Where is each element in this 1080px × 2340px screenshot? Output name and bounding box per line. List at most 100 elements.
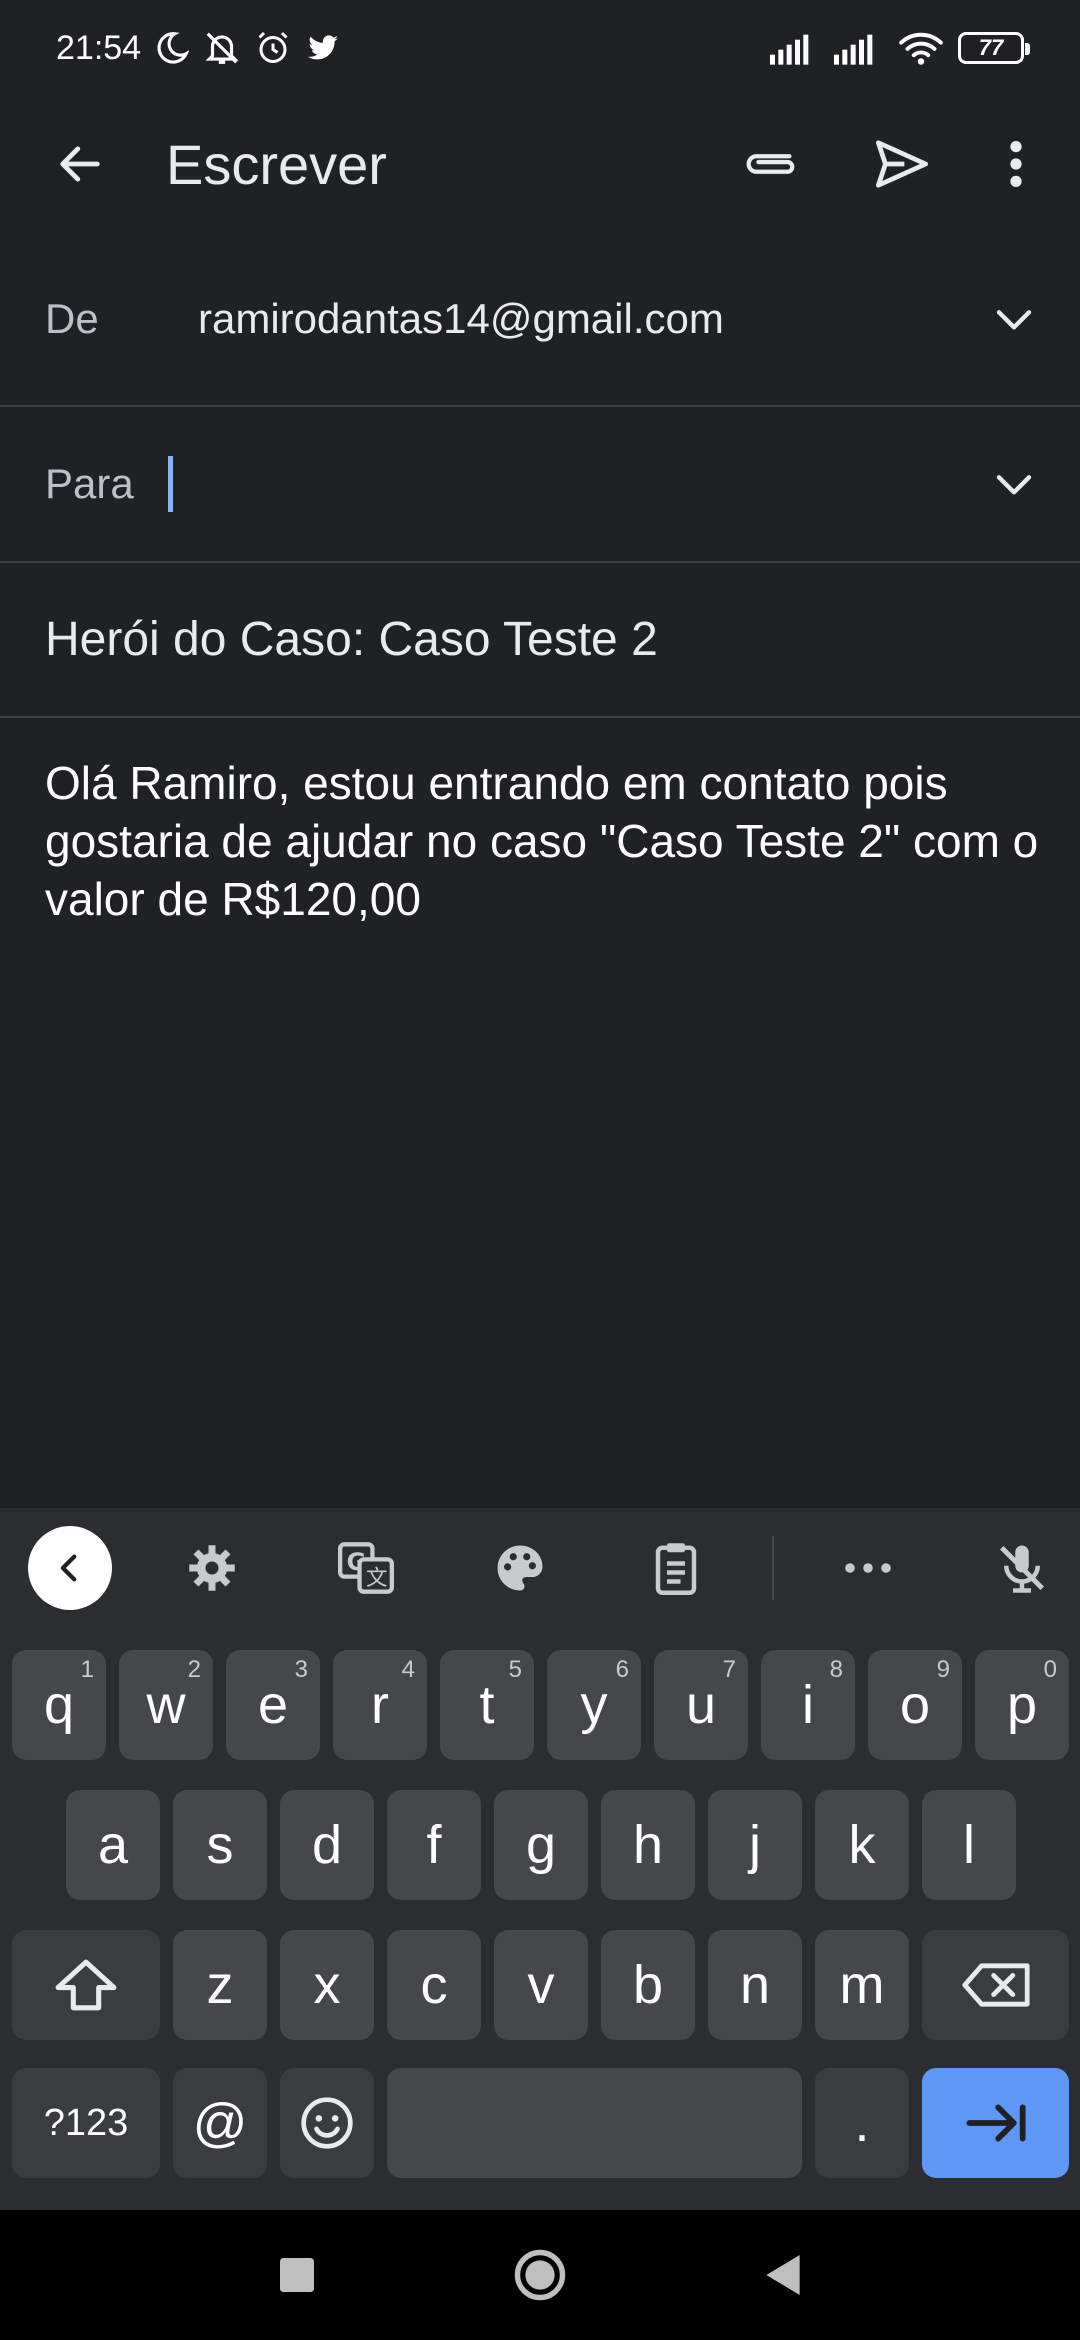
translate-button[interactable]: G文 <box>324 1526 408 1610</box>
key-z[interactable]: z <box>173 1930 267 2040</box>
status-left: 21:54 <box>56 29 341 68</box>
key-w[interactable]: w2 <box>119 1650 213 1760</box>
key-s[interactable]: s <box>173 1790 267 1900</box>
key-label: g <box>525 1815 557 1875</box>
key-label: m <box>839 1955 885 2015</box>
key-m[interactable]: m <box>815 1930 909 2040</box>
key-o[interactable]: o9 <box>868 1650 962 1760</box>
symbols-key[interactable]: ?123 <box>12 2068 160 2178</box>
back-button[interactable] <box>44 128 116 200</box>
triangle-back-icon <box>766 2255 800 2295</box>
key-d[interactable]: d <box>280 1790 374 1900</box>
key-hint: 0 <box>1043 1656 1057 1683</box>
settings-icon <box>189 1545 235 1591</box>
key-label: o <box>899 1675 931 1735</box>
to-expand-button[interactable] <box>984 454 1044 514</box>
key-b[interactable]: b <box>601 1930 695 2040</box>
backspace-key[interactable] <box>922 1930 1069 2040</box>
key-period[interactable]: . <box>815 2068 909 2178</box>
recents-button[interactable] <box>262 2240 332 2310</box>
signal-icon <box>770 31 820 65</box>
status-time: 21:54 <box>56 28 142 67</box>
clipboard-button[interactable] <box>634 1526 718 1610</box>
key-hint: 9 <box>936 1656 950 1683</box>
key-label: y <box>580 1675 608 1735</box>
key-label: h <box>632 1815 664 1875</box>
key-label: l <box>963 1815 975 1875</box>
key-hint: 1 <box>80 1656 94 1683</box>
message-body[interactable]: Olá Ramiro, estou entrando em contato po… <box>45 754 1045 928</box>
from-label: De <box>45 294 99 342</box>
home-button[interactable] <box>505 2240 575 2310</box>
twitter-icon <box>305 30 341 66</box>
enter-key[interactable] <box>922 2068 1069 2178</box>
key-label: ?123 <box>43 2101 129 2144</box>
send-button[interactable] <box>864 128 940 200</box>
key-q[interactable]: q1 <box>12 1650 106 1760</box>
key-t[interactable]: t5 <box>440 1650 534 1760</box>
back-nav-button[interactable] <box>748 2240 818 2310</box>
send-icon <box>876 140 928 188</box>
status-right: 77 <box>770 30 1030 66</box>
key-u[interactable]: u7 <box>654 1650 748 1760</box>
subject-field[interactable]: Herói do Caso: Caso Teste 2 <box>45 612 658 667</box>
clipboard-icon <box>655 1543 697 1595</box>
next-arrow-icon <box>965 2104 1026 2142</box>
key-at[interactable]: @ <box>173 2068 267 2178</box>
gmail-compose-screen: 21:54 77 Escrever De ramirodantas14@gmai… <box>0 0 1080 2340</box>
chevron-down-icon <box>996 475 1032 495</box>
backspace-icon <box>961 1963 1030 2007</box>
voice-input-button[interactable] <box>980 1526 1064 1610</box>
key-label: r <box>371 1675 389 1735</box>
key-y[interactable]: y6 <box>547 1650 641 1760</box>
key-v[interactable]: v <box>494 1930 588 2040</box>
key-x[interactable]: x <box>280 1930 374 2040</box>
to-row[interactable]: Para <box>0 407 1080 563</box>
key-hint: 3 <box>294 1656 308 1683</box>
shift-key[interactable] <box>12 1930 160 2040</box>
key-label: n <box>739 1955 771 2015</box>
key-a[interactable]: a <box>66 1790 160 1900</box>
theme-button[interactable] <box>478 1526 562 1610</box>
square-icon <box>280 2258 314 2292</box>
more-options-button[interactable] <box>988 128 1044 200</box>
key-hint: 8 <box>829 1656 843 1683</box>
palette-icon <box>497 1545 543 1591</box>
key-label: f <box>426 1815 442 1875</box>
key-p[interactable]: p0 <box>975 1650 1069 1760</box>
key-g[interactable]: g <box>494 1790 588 1900</box>
key-label: a <box>97 1815 129 1875</box>
key-c[interactable]: c <box>387 1930 481 2040</box>
key-label: p <box>1006 1675 1038 1735</box>
from-row[interactable]: De ramirodantas14@gmail.com <box>0 232 1080 407</box>
from-expand-button[interactable] <box>984 289 1044 349</box>
key-i[interactable]: i8 <box>761 1650 855 1760</box>
key-k[interactable]: k <box>815 1790 909 1900</box>
emoji-key[interactable] <box>280 2068 374 2178</box>
chevron-down-icon <box>996 309 1032 329</box>
chevron-left-icon <box>60 1554 77 1582</box>
key-e[interactable]: e3 <box>226 1650 320 1760</box>
key-label: d <box>311 1815 343 1875</box>
collapse-toolbar-button[interactable] <box>28 1526 112 1610</box>
key-j[interactable]: j <box>708 1790 802 1900</box>
key-r[interactable]: r4 <box>333 1650 427 1760</box>
subject-row[interactable]: Herói do Caso: Caso Teste 2 <box>0 563 1080 718</box>
key-label: b <box>632 1955 664 2015</box>
key-label: k <box>848 1815 876 1875</box>
key-label: i <box>802 1675 814 1735</box>
key-h[interactable]: h <box>601 1790 695 1900</box>
more-horiz-icon <box>845 1563 891 1573</box>
space-key[interactable] <box>387 2068 802 2178</box>
key-n[interactable]: n <box>708 1930 802 2040</box>
more-tools-button[interactable] <box>826 1526 910 1610</box>
more-vert-icon <box>1010 141 1022 187</box>
battery-icon: 77 <box>958 32 1030 64</box>
key-label: c <box>420 1955 448 2015</box>
key-f[interactable]: f <box>387 1790 481 1900</box>
from-email[interactable]: ramirodantas14@gmail.com <box>198 295 724 343</box>
attach-button[interactable] <box>730 128 810 200</box>
status-bar: 21:54 77 <box>0 0 1080 96</box>
keyboard-settings-button[interactable] <box>170 1526 254 1610</box>
key-l[interactable]: l <box>922 1790 1016 1900</box>
